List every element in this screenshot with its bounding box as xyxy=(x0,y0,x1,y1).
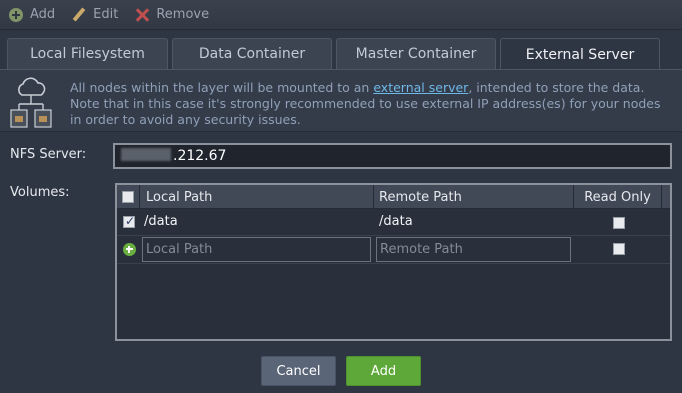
info-text-part: All nodes within the layer will be mount… xyxy=(70,80,374,95)
redacted-ip-part xyxy=(121,148,171,161)
remove-button-label: Remove xyxy=(156,7,210,22)
new-volume-row: Local Path Remote Path xyxy=(117,236,670,264)
volumes-grid: Local Path Remote Path Read Only /data /… xyxy=(115,183,672,341)
tab-local-filesystem[interactable]: Local Filesystem xyxy=(7,38,168,69)
cloud-storage-icon xyxy=(10,77,52,128)
nfs-server-input[interactable]: .212.67 xyxy=(113,143,672,169)
info-panel: All nodes within the layer will be mount… xyxy=(0,70,682,132)
row-local-path: /data xyxy=(144,214,178,229)
table-row[interactable]: /data /data xyxy=(117,209,670,236)
cross-icon xyxy=(135,8,149,22)
cancel-button[interactable]: Cancel xyxy=(261,356,336,386)
add-submit-button[interactable]: Add xyxy=(346,356,421,386)
tab-bar: Local Filesystem Data Container Master C… xyxy=(0,30,682,70)
column-label: Local Path xyxy=(146,189,213,205)
tab-external-server[interactable]: External Server xyxy=(500,38,660,70)
column-remote-path[interactable]: Remote Path xyxy=(374,185,574,209)
external-server-link[interactable]: external server xyxy=(373,80,468,95)
edit-button-label: Edit xyxy=(93,7,119,22)
remote-path-input[interactable]: Remote Path xyxy=(376,237,571,262)
toolbar: Add Edit Remove xyxy=(0,0,682,30)
tab-label: External Server xyxy=(525,46,635,63)
add-button-label: Add xyxy=(30,7,56,22)
row-remote-path: /data xyxy=(379,214,413,229)
tab-data-container[interactable]: Data Container xyxy=(172,38,332,69)
nfs-server-value: .212.67 xyxy=(173,148,227,164)
plus-circle-icon xyxy=(9,7,23,22)
column-label: Remote Path xyxy=(379,189,462,205)
remove-button[interactable]: Remove xyxy=(126,0,217,30)
volumes-label: Volumes: xyxy=(10,185,70,200)
tab-label: Data Container xyxy=(198,46,306,62)
new-row-read-only-checkbox[interactable] xyxy=(613,243,625,255)
plus-circle-icon[interactable] xyxy=(123,243,136,256)
add-button[interactable]: Add xyxy=(0,0,63,30)
edit-button[interactable]: Edit xyxy=(63,0,126,30)
info-text: All nodes within the layer will be mount… xyxy=(70,80,670,128)
select-all-checkbox[interactable] xyxy=(122,191,134,203)
column-read-only[interactable]: Read Only xyxy=(574,185,662,209)
row-select-checkbox[interactable] xyxy=(123,214,135,228)
grid-header: Local Path Remote Path Read Only xyxy=(117,185,670,209)
tab-label: Local Filesystem xyxy=(30,46,145,62)
select-all-column xyxy=(117,185,140,209)
column-label: Read Only xyxy=(584,189,651,205)
tab-master-container[interactable]: Master Container xyxy=(336,38,496,69)
tab-label: Master Container xyxy=(355,46,477,62)
nfs-server-label: NFS Server: xyxy=(10,147,87,162)
local-path-input[interactable]: Local Path xyxy=(142,237,371,262)
pencil-icon xyxy=(72,8,86,22)
column-local-path[interactable]: Local Path xyxy=(140,185,374,209)
row-read-only-checkbox[interactable] xyxy=(613,217,625,229)
